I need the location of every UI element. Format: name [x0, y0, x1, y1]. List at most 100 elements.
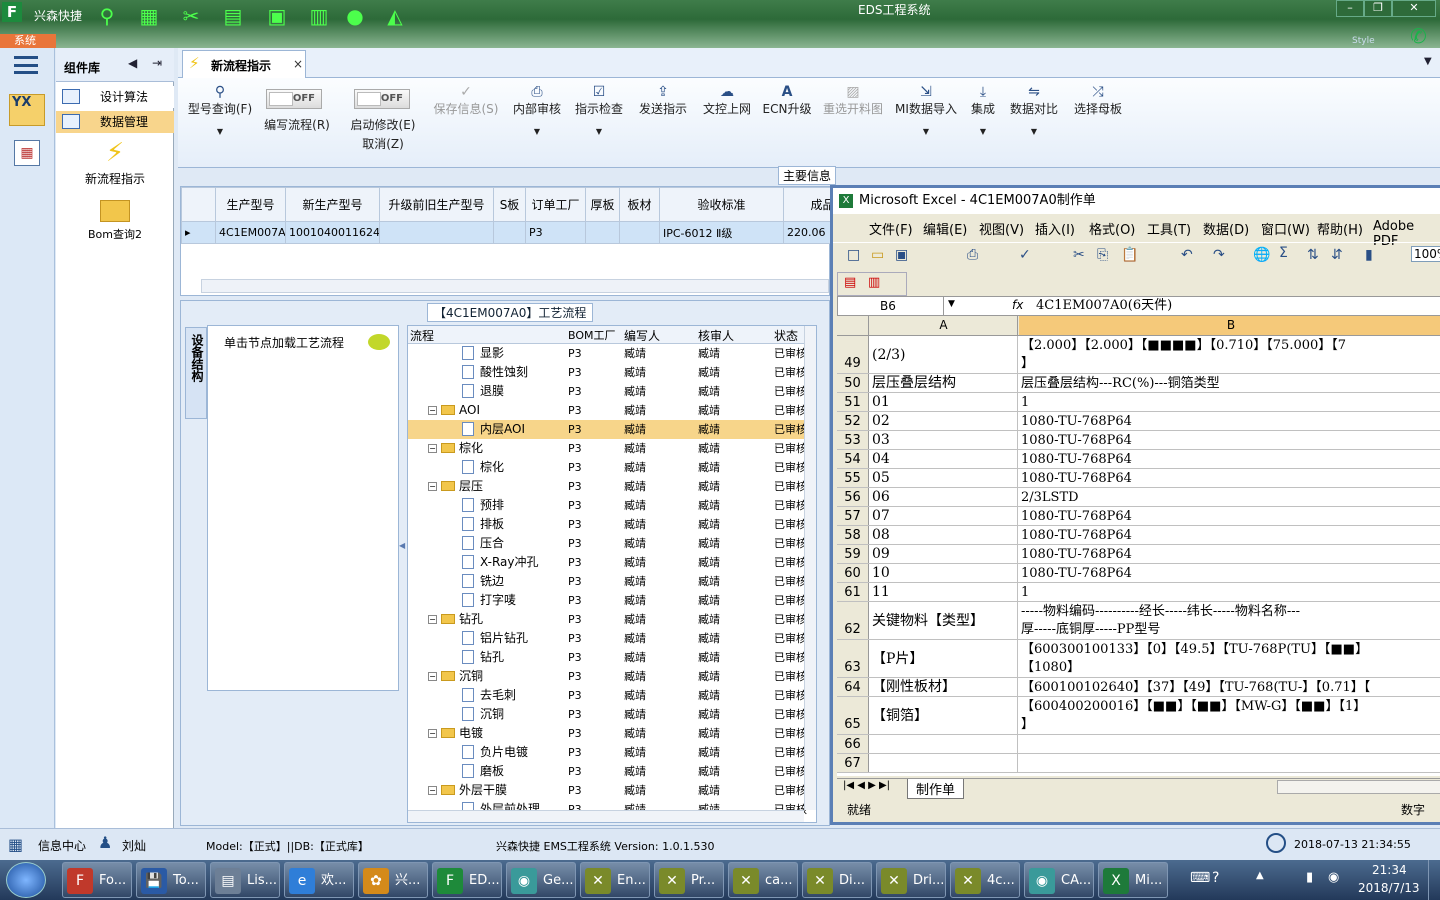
cell-b[interactable]: 1: [1019, 583, 1440, 601]
excel-row[interactable]: 57 07 1080-TU-768P64: [837, 507, 1440, 526]
row-number[interactable]: 57: [837, 507, 869, 525]
tree-node-label[interactable]: 退膜: [462, 382, 504, 401]
menu-view[interactable]: 视图(V): [979, 219, 1024, 238]
cell-b[interactable]: 1080-TU-768P64: [1019, 431, 1440, 449]
menu-tools[interactable]: 工具(T): [1147, 219, 1191, 238]
cell-b[interactable]: 1080-TU-768P64: [1019, 564, 1440, 582]
row-number[interactable]: 66: [837, 735, 869, 753]
tree-row[interactable]: − 棕化 P3 臧靖 臧靖 已审核: [408, 439, 808, 458]
tree-node-label[interactable]: 内层AOI: [462, 420, 525, 439]
splitter-handle[interactable]: ◀: [399, 541, 405, 581]
search-icon[interactable]: ⚲: [94, 4, 120, 28]
row-number[interactable]: 54: [837, 450, 869, 468]
taskbar-item[interactable]: ✕ Pr...: [654, 862, 724, 898]
excel-row[interactable]: 64 【刚性板材】 【600100102640】【37】【49】【TU-768(TU…: [837, 678, 1440, 697]
mi-data-import-button[interactable]: ⇲ MI数据导入 ▼: [894, 84, 958, 136]
menu-help[interactable]: 帮助(H): [1317, 219, 1363, 238]
excel-row[interactable]: 61 11 1: [837, 583, 1440, 602]
system-tab[interactable]: 系统: [0, 34, 56, 48]
doc-control-online-button[interactable]: ☁ 文控上网: [700, 84, 754, 117]
excel-row[interactable]: 60 10 1080-TU-768P64: [837, 564, 1440, 583]
shortcut-new-process[interactable]: ⚡ 新流程指示: [56, 138, 174, 188]
close-button[interactable]: ✕: [1392, 0, 1436, 17]
row-number[interactable]: 59: [837, 545, 869, 563]
taskbar-item[interactable]: e 欢...: [284, 862, 354, 898]
fx-icon[interactable]: fx: [1012, 298, 1023, 312]
tree-row[interactable]: 显影 P3 臧靖 臧靖 已审核: [408, 344, 808, 363]
tree-node-label[interactable]: 铣边: [462, 572, 504, 591]
row-number[interactable]: 49: [837, 336, 869, 373]
column-header[interactable]: 编写人: [624, 327, 660, 344]
name-box[interactable]: B6: [838, 297, 944, 315]
integrate-button[interactable]: ⤓ 集成 ▼: [968, 84, 998, 136]
taskbar-item[interactable]: ◉ CA...: [1024, 862, 1094, 898]
cell-a[interactable]: (2/3): [870, 336, 1018, 373]
excel-row[interactable]: 51 01 1: [837, 393, 1440, 412]
tree-row[interactable]: X-Ray冲孔 P3 臧靖 臧靖 已审核: [408, 553, 808, 572]
internal-review-button[interactable]: ⎙ 内部审核 ▼: [512, 84, 562, 136]
zoom-box[interactable]: 100%: [1411, 246, 1440, 262]
tree-node-label[interactable]: 棕化: [462, 458, 504, 477]
cell-a[interactable]: 09: [870, 545, 1018, 563]
excel-row[interactable]: 65 【铜箔】 【600400200016】【■■】【■■】【MW-G】【■■】【1…: [837, 697, 1440, 735]
tree-row[interactable]: − 层压 P3 臧靖 臧靖 已审核: [408, 477, 808, 496]
tree-node-label[interactable]: − 层压: [428, 477, 483, 496]
column-header-a[interactable]: A: [870, 316, 1018, 335]
row-number[interactable]: 63: [837, 640, 869, 677]
taskbar-item[interactable]: ✕ ca...: [728, 862, 798, 898]
row-number[interactable]: 58: [837, 526, 869, 544]
tree-row[interactable]: 酸性蚀刻 P3 臧靖 臧靖 已审核: [408, 363, 808, 382]
autosum-icon[interactable]: Σ: [1279, 245, 1288, 261]
excel-row[interactable]: 52 02 1080-TU-768P64: [837, 412, 1440, 431]
taskbar-item[interactable]: ✕ Di...: [802, 862, 872, 898]
row-number[interactable]: 50: [837, 374, 869, 392]
menu-window[interactable]: 窗口(W): [1261, 219, 1310, 238]
send-instruction-button[interactable]: ⇪ 发送指示: [638, 84, 688, 117]
taskbar-item[interactable]: ✿ 兴...: [358, 862, 428, 898]
cell-b[interactable]: 【2.000】【2.000】【■■■■】【0.710】【75.000】【7 】: [1019, 336, 1440, 373]
grid-header[interactable]: 厚板: [585, 187, 620, 222]
sheet-horizontal-scrollbar[interactable]: [1277, 780, 1440, 794]
grid-header[interactable]: 验收标准: [659, 187, 784, 222]
grid-header[interactable]: 生产型号: [215, 187, 286, 222]
tree-node-label[interactable]: − 钻孔: [428, 610, 483, 629]
tab-new-process[interactable]: ⚡ 新流程指示 ×: [182, 50, 306, 78]
chart-wizard-icon[interactable]: ▮: [1365, 247, 1373, 263]
new-icon[interactable]: □: [847, 247, 860, 263]
taskbar-item[interactable]: ◉ Ge...: [506, 862, 576, 898]
cell-b[interactable]: 1080-TU-768P64: [1019, 450, 1440, 468]
cell-a[interactable]: 08: [870, 526, 1018, 544]
cell-a[interactable]: 04: [870, 450, 1018, 468]
tree-node-label[interactable]: 酸性蚀刻: [462, 363, 528, 382]
show-hidden-icons[interactable]: ▲: [1256, 870, 1264, 881]
tree-node-label[interactable]: 打字唛: [462, 591, 516, 610]
grid-header[interactable]: 板材: [619, 187, 660, 222]
row-number[interactable]: 65: [837, 697, 869, 734]
menu-edit[interactable]: 编辑(E): [923, 219, 967, 238]
cell-b[interactable]: 1080-TU-768P64: [1019, 469, 1440, 487]
pin-icon[interactable]: ⇥: [152, 56, 162, 70]
taskbar-item[interactable]: F ED...: [432, 862, 502, 898]
cell-a[interactable]: 【刚性板材】: [870, 678, 1018, 696]
tree-row[interactable]: 排板 P3 臧靖 臧靖 已审核: [408, 515, 808, 534]
tree-row[interactable]: 退膜 P3 臧靖 臧靖 已审核: [408, 382, 808, 401]
grid-cell[interactable]: [585, 221, 620, 244]
tree-row[interactable]: − 沉铜 P3 臧靖 臧靖 已审核: [408, 667, 808, 686]
grid-cell[interactable]: [493, 221, 526, 244]
taskbar-item[interactable]: ✕ 4c...: [950, 862, 1020, 898]
cell-a[interactable]: 02: [870, 412, 1018, 430]
tree-row[interactable]: 铣边 P3 臧靖 臧靖 已审核: [408, 572, 808, 591]
sheet-tab[interactable]: 制作单: [907, 779, 965, 799]
collapse-icon[interactable]: −: [428, 786, 437, 795]
save-info-button[interactable]: ✓ 保存信息(S): [430, 84, 502, 117]
collapse-icon[interactable]: −: [428, 672, 437, 681]
tree-row[interactable]: − AOI P3 臧靖 臧靖 已审核: [408, 401, 808, 420]
cell-a[interactable]: 05: [870, 469, 1018, 487]
tree-node-label[interactable]: − 外层干膜: [428, 781, 507, 800]
cell-a[interactable]: 【铜箔】: [870, 697, 1018, 734]
tree-node-label[interactable]: 钻孔: [462, 648, 504, 667]
excel-row[interactable]: 62 关键物料【类型】 -----物料编码----------经长-----纬长--…: [837, 602, 1440, 640]
undo-icon[interactable]: ↶: [1181, 247, 1193, 263]
tree-node-label[interactable]: 去毛刺: [462, 686, 516, 705]
collapse-icon[interactable]: −: [428, 406, 437, 415]
